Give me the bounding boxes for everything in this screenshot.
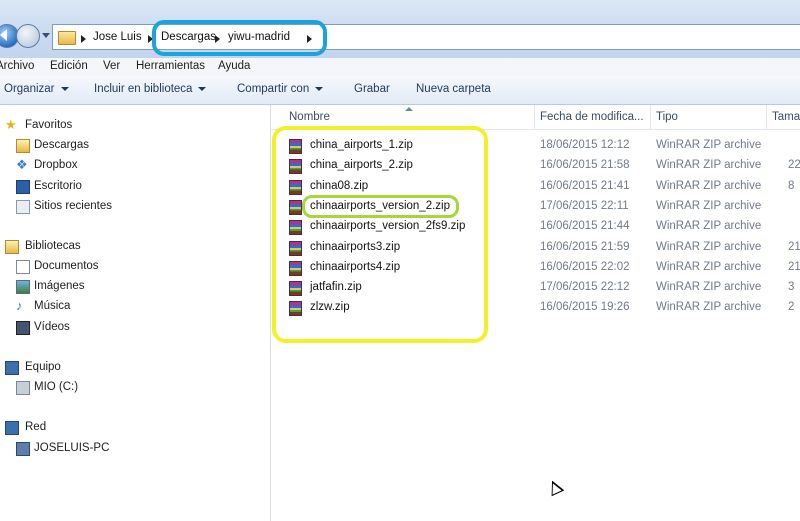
- organize-button[interactable]: Organizar: [4, 83, 69, 95]
- nav-documentos[interactable]: Documentos: [34, 260, 99, 272]
- menu-herramientas[interactable]: Herramientas: [136, 60, 205, 72]
- file-type: WinRAR ZIP archive: [656, 301, 762, 314]
- menu-bar: Archivo Edición Ver Herramientas Ayuda: [0, 58, 800, 76]
- share-with-button[interactable]: Compartir con: [237, 83, 324, 95]
- menu-ver[interactable]: Ver: [103, 60, 120, 72]
- column-divider[interactable]: [766, 105, 767, 129]
- history-dropdown-icon[interactable]: [42, 33, 50, 38]
- share-label: Compartir con: [237, 83, 310, 95]
- star-icon: ★: [5, 117, 17, 132]
- chevron-down-icon: [60, 86, 69, 91]
- file-type: WinRAR ZIP archive: [656, 139, 762, 151]
- computer-icon: [5, 361, 19, 375]
- breadcrumb-jose-luis[interactable]: Jose Luis: [93, 31, 142, 43]
- file-size: 21: [788, 260, 800, 273]
- nav-sitios-recientes[interactable]: Sitios recientes: [34, 200, 112, 212]
- nav-drive-c[interactable]: MIO (C:): [34, 381, 78, 393]
- file-date: 16/06/2015 21:59: [540, 240, 630, 253]
- navigation-pane: ★ Favoritos Descargas ❖ Dropbox Escritor…: [0, 105, 271, 521]
- desktop-icon: [16, 180, 30, 194]
- videos-icon: [16, 321, 30, 335]
- burn-button[interactable]: Grabar: [354, 83, 390, 95]
- menu-archivo[interactable]: Archivo: [0, 60, 34, 72]
- include-in-library-button[interactable]: Incluir en biblioteca: [94, 83, 207, 95]
- file-type: WinRAR ZIP archive: [656, 260, 762, 273]
- drive-icon: [16, 381, 30, 395]
- music-icon: ♪: [16, 298, 23, 313]
- documents-icon: [16, 260, 30, 274]
- command-bar: Organizar Incluir en biblioteca Comparti…: [0, 76, 800, 105]
- nav-favoritos[interactable]: Favoritos: [25, 119, 72, 131]
- nav-imagenes[interactable]: Imágenes: [34, 280, 85, 292]
- file-size: 21: [788, 240, 800, 253]
- column-nombre[interactable]: Nombre: [289, 111, 330, 123]
- column-fecha[interactable]: Fecha de modifica...: [540, 111, 644, 123]
- downloads-folder-icon: [16, 139, 30, 153]
- nav-videos[interactable]: Vídeos: [34, 321, 70, 333]
- column-divider[interactable]: [534, 105, 535, 129]
- recent-places-icon: [16, 200, 30, 214]
- file-date: 16/06/2015 19:26: [540, 301, 630, 314]
- file-date: 18/06/2015 12:12: [540, 139, 630, 151]
- file-size: 22: [788, 159, 800, 172]
- organize-label: Organizar: [4, 83, 55, 95]
- menu-ayuda[interactable]: Ayuda: [218, 60, 250, 72]
- file-size: 2: [788, 301, 795, 314]
- folder-icon: [58, 31, 76, 45]
- nav-dropbox[interactable]: Dropbox: [34, 159, 77, 171]
- nav-red[interactable]: Red: [25, 421, 46, 433]
- images-icon: [16, 280, 30, 294]
- file-type: WinRAR ZIP archive: [656, 220, 762, 233]
- dropbox-icon: ❖: [16, 157, 28, 172]
- back-arrow-icon: [0, 29, 7, 41]
- nav-joseluis-pc[interactable]: JOSELUIS-PC: [34, 442, 109, 454]
- file-type: WinRAR ZIP archive: [656, 179, 762, 192]
- file-size: 3: [788, 281, 795, 294]
- file-date: 16/06/2015 21:58: [540, 159, 630, 172]
- column-divider[interactable]: [650, 105, 651, 129]
- sort-ascending-icon: [405, 107, 413, 111]
- file-date: 17/06/2015 22:12: [540, 281, 630, 294]
- file-type: WinRAR ZIP archive: [656, 240, 762, 253]
- chevron-down-icon: [315, 86, 324, 91]
- nav-bibliotecas[interactable]: Bibliotecas: [25, 240, 81, 252]
- network-icon: [5, 421, 19, 435]
- nav-musica[interactable]: Música: [34, 300, 70, 312]
- pc-icon: [16, 442, 30, 456]
- file-date: 16/06/2015 22:02: [540, 260, 630, 273]
- column-tipo[interactable]: Tipo: [656, 111, 678, 123]
- nav-descargas[interactable]: Descargas: [34, 139, 89, 151]
- green-highlight-annotation: [302, 195, 459, 218]
- file-type: WinRAR ZIP archive: [656, 199, 762, 212]
- chevron-down-icon: [198, 86, 207, 91]
- library-label: Incluir en biblioteca: [94, 83, 193, 95]
- new-folder-button[interactable]: Nueva carpeta: [416, 83, 491, 95]
- column-tamano[interactable]: Tama: [772, 111, 800, 123]
- file-date: 16/06/2015 21:44: [540, 220, 630, 233]
- nav-escritorio[interactable]: Escritorio: [34, 180, 82, 192]
- file-size: 8: [788, 179, 795, 192]
- forward-button[interactable]: [16, 24, 40, 48]
- file-type: WinRAR ZIP archive: [656, 159, 762, 172]
- yellow-highlight-annotation: [272, 126, 488, 343]
- nav-equipo[interactable]: Equipo: [25, 361, 61, 373]
- breadcrumb-separator-icon[interactable]: [81, 35, 86, 43]
- file-date: 17/06/2015 22:11: [540, 199, 629, 212]
- file-date: 16/06/2015 21:41: [540, 179, 630, 192]
- blue-highlight-annotation: [152, 20, 327, 56]
- menu-edicion[interactable]: Edición: [50, 60, 88, 72]
- file-type: WinRAR ZIP archive: [656, 281, 762, 294]
- libraries-icon: [5, 240, 19, 254]
